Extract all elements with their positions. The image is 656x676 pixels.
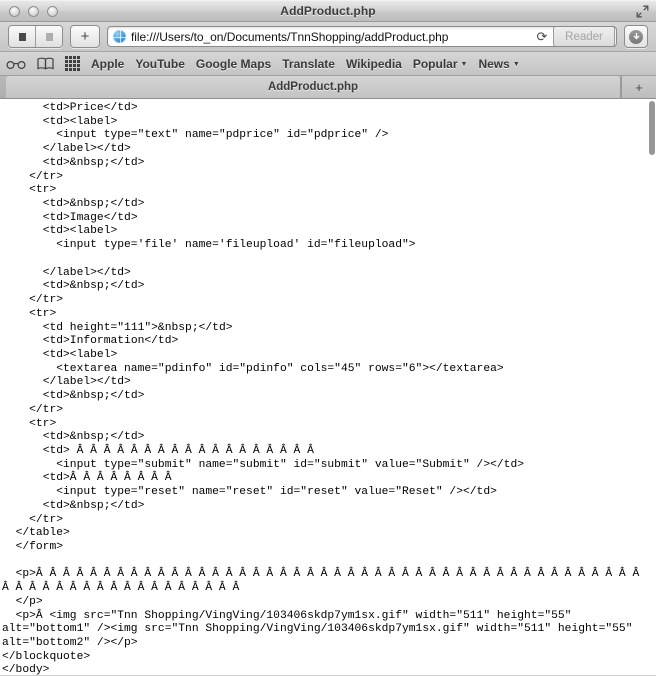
bookmark-label: Popular xyxy=(412,56,458,71)
downloads-button[interactable] xyxy=(624,25,648,48)
tab-addproduct-php[interactable]: AddProduct.php xyxy=(6,76,621,98)
scrollbar-thumb[interactable] xyxy=(649,101,655,155)
page-content-area: <td>Price</td> <td><label> <input type="… xyxy=(0,99,656,676)
bookmark-label: Google Maps xyxy=(195,56,272,71)
chevron-down-icon: ▼ xyxy=(460,61,468,68)
traffic-light-buttons xyxy=(0,5,58,17)
share-add-bookmark-button[interactable]: + xyxy=(70,25,100,48)
address-bar-url: file:///Users/to_on/Documents/TnnShoppin… xyxy=(131,29,449,44)
bookmark-label: News xyxy=(478,56,510,71)
zoom-window-button[interactable] xyxy=(47,5,58,17)
bookmarks-bar: Apple YouTube Google Maps Translate Wiki… xyxy=(0,52,656,76)
grid-icon[interactable] xyxy=(65,56,80,72)
bookmark-apple[interactable]: Apple xyxy=(91,57,124,71)
source-code-text: <td>Price</td> <td><label> <input type="… xyxy=(2,102,640,676)
reader-button[interactable]: Reader xyxy=(553,27,615,46)
new-tab-button[interactable]: + xyxy=(621,76,656,98)
bookmark-google-maps[interactable]: Google Maps xyxy=(196,57,271,71)
globe-icon xyxy=(113,30,126,43)
reload-icon[interactable]: ⟳ xyxy=(531,29,553,45)
back-button[interactable] xyxy=(9,26,35,47)
download-arrow-icon xyxy=(629,29,643,44)
bookmark-popular[interactable]: Popular ▼ xyxy=(413,57,468,71)
forward-button[interactable] xyxy=(35,26,62,47)
close-window-button[interactable] xyxy=(9,5,20,17)
plus-icon: + xyxy=(80,28,90,45)
chevron-down-icon: ▼ xyxy=(512,61,520,68)
bookmark-news[interactable]: News ▼ xyxy=(478,57,519,71)
bookmark-label: Translate xyxy=(282,56,335,71)
tab-label: AddProduct.php xyxy=(267,81,359,93)
vertical-scrollbar[interactable] xyxy=(649,99,656,676)
window-title-bar: AddProduct.php xyxy=(0,0,656,22)
bookmark-label: Wikipedia xyxy=(345,56,402,71)
minimize-window-button[interactable] xyxy=(28,5,39,17)
bookmark-wikipedia[interactable]: Wikipedia xyxy=(346,57,402,71)
address-bar[interactable]: file:///Users/to_on/Documents/TnnShoppin… xyxy=(107,26,617,47)
fullscreen-icon[interactable] xyxy=(636,5,649,18)
grid-icon-dots xyxy=(65,56,80,71)
bookmark-translate[interactable]: Translate xyxy=(282,57,335,71)
book-icon[interactable] xyxy=(37,56,54,72)
bookmark-youtube[interactable]: YouTube xyxy=(135,57,185,71)
reading-glasses-icon[interactable] xyxy=(6,56,26,72)
plus-icon: + xyxy=(635,79,643,95)
tab-bar: AddProduct.php + xyxy=(0,76,656,99)
window-title: AddProduct.php xyxy=(280,4,376,18)
bookmark-label: Apple xyxy=(91,56,125,71)
back-arrow-icon xyxy=(18,32,26,41)
forward-arrow-icon xyxy=(45,32,53,41)
safari-browser-window: AddProduct.php + file:///Users/to_on/Doc… xyxy=(0,0,656,676)
browser-toolbar: + file:///Users/to_on/Documents/TnnShopp… xyxy=(0,22,656,52)
navigation-button-group xyxy=(8,25,63,48)
bookmark-label: YouTube xyxy=(135,56,185,71)
